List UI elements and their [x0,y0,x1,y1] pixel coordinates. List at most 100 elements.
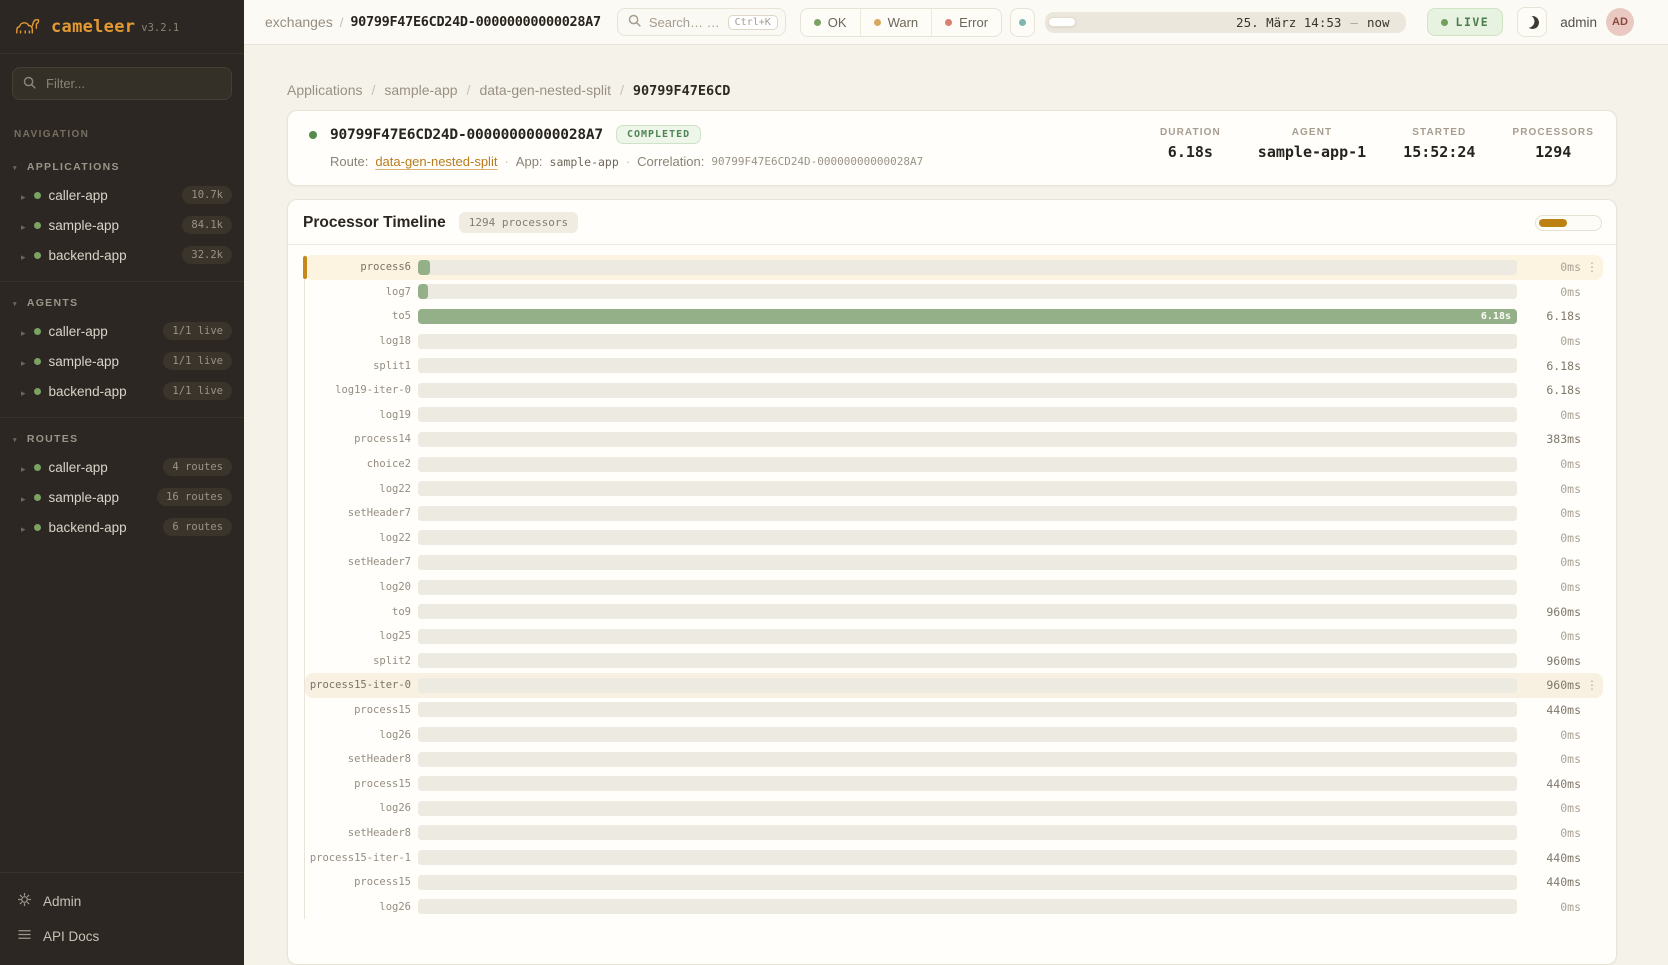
processor-name[interactable]: log26 [305,802,418,814]
processor-name[interactable]: process14 [305,433,418,445]
timeline-row[interactable]: log26 0ms [305,722,1603,747]
sidebar-item-admin[interactable]: Admin [0,883,244,919]
timeline-track[interactable] [418,678,1517,693]
timeline-row[interactable]: log19 0ms [305,403,1603,428]
processor-name[interactable]: process15 [305,778,418,790]
sidebar-item-application[interactable]: sample-app 84.1k [0,210,244,240]
view-toggle-button[interactable] [1570,219,1598,227]
app-logo[interactable]: cameleer v3.2.1 [0,0,244,54]
processor-name[interactable]: log26 [305,901,418,913]
extra-status-filter[interactable] [1010,8,1035,37]
timeline-row[interactable]: process6 0ms [305,255,1603,280]
timeline-row[interactable]: to9 960ms [305,599,1603,624]
timeline-row[interactable]: setHeader7 0ms [305,550,1603,575]
processor-name[interactable]: split1 [305,360,418,372]
timeline-track[interactable] [418,702,1517,717]
kebab-menu-icon[interactable] [1581,260,1603,274]
sidebar-item-agent[interactable]: caller-app 1/1 live [0,316,244,346]
status-filter[interactable]: OK [801,9,860,36]
processor-name[interactable]: log7 [305,286,418,298]
processor-name[interactable]: log20 [305,581,418,593]
timeline-track[interactable] [418,432,1517,447]
timeline-row[interactable]: log22 0ms [305,526,1603,551]
live-indicator[interactable]: LIVE [1427,8,1504,36]
timeline-track[interactable] [418,530,1517,545]
timeline-track[interactable] [418,580,1517,595]
timeline-track[interactable]: 6.18s [418,309,1517,324]
processor-name[interactable]: log26 [305,729,418,741]
processor-name[interactable]: setHeader8 [305,827,418,839]
processor-name[interactable]: process15-iter-1 [305,852,418,864]
timeline-track[interactable] [418,383,1517,398]
timeline-track[interactable] [418,752,1517,767]
timeline-track[interactable] [418,481,1517,496]
time-range-button[interactable] [1077,17,1105,27]
sidebar-item-api-docs[interactable]: API Docs [0,919,244,953]
kebab-menu-icon[interactable] [1581,678,1603,692]
nav-group-header-routes[interactable]: ROUTES [0,424,244,452]
processor-name[interactable]: to9 [305,606,418,618]
time-range-button[interactable] [1135,17,1163,27]
processor-name[interactable]: log19 [305,409,418,421]
processor-name[interactable]: choice2 [305,458,418,470]
timeline-row[interactable]: process15 440ms [305,771,1603,796]
status-filter[interactable]: Warn [860,9,932,36]
timeline-track[interactable] [418,358,1517,373]
breadcrumb-exchanges[interactable]: exchanges [265,14,333,30]
timeline-track[interactable] [418,629,1517,644]
timeline-row[interactable]: log19-iter-0 6.18s [305,378,1603,403]
sidebar-item-agent[interactable]: backend-app 1/1 live [0,376,244,406]
timeline-row[interactable]: log26 0ms [305,894,1603,919]
breadcrumb-app[interactable]: sample-app [384,82,457,98]
timeline-row[interactable]: setHeader8 0ms [305,747,1603,772]
timeline-row[interactable]: log7 0ms [305,280,1603,305]
timeline-row[interactable]: process15-iter-0 960ms [305,673,1603,698]
processor-name[interactable]: log22 [305,483,418,495]
timeline-track[interactable] [418,555,1517,570]
timeline-row[interactable]: process15-iter-1 440ms [305,845,1603,870]
timeline-row[interactable]: process14 383ms [305,427,1603,452]
timeline-track[interactable] [418,727,1517,742]
time-range-button[interactable] [1106,17,1134,27]
sidebar-item-agent[interactable]: sample-app 1/1 live [0,346,244,376]
sidebar-filter[interactable] [12,67,232,100]
timeline-row[interactable]: split2 960ms [305,649,1603,674]
sidebar-filter-input[interactable] [44,75,221,92]
sidebar-item-route[interactable]: sample-app 16 routes [0,482,244,512]
timeline-row[interactable]: split1 6.18s [305,353,1603,378]
sidebar-item-route[interactable]: backend-app 6 routes [0,512,244,542]
timeline-track[interactable] [418,260,1517,275]
timeline-track[interactable] [418,776,1517,791]
timeline-track[interactable] [418,653,1517,668]
time-range-button[interactable] [1193,17,1221,27]
time-range-display[interactable]: 25. März 14:53 — now [1222,15,1402,30]
timeline-track[interactable] [418,407,1517,422]
timeline-row[interactable]: process15 440ms [305,870,1603,895]
timeline-track[interactable] [418,801,1517,816]
timeline-row[interactable]: choice2 0ms [305,452,1603,477]
processor-name[interactable]: process15 [305,704,418,716]
nav-group-header-agents[interactable]: AGENTS [0,288,244,316]
timeline-row[interactable]: setHeader7 0ms [305,501,1603,526]
timeline-row[interactable]: log20 0ms [305,575,1603,600]
timeline-track[interactable] [418,457,1517,472]
timeline-track[interactable] [418,284,1517,299]
global-search[interactable]: Search… … Ctrl+K [617,8,786,36]
timeline-row[interactable]: setHeader8 0ms [305,821,1603,846]
sidebar-item-route[interactable]: caller-app 4 routes [0,452,244,482]
timeline-row[interactable]: to5 6.18s 6.18s [305,304,1603,329]
nav-group-header-applications[interactable]: APPLICATIONS [0,152,244,180]
time-range-button[interactable] [1164,17,1192,27]
time-range-button[interactable] [1048,17,1076,27]
processor-name[interactable]: setHeader8 [305,753,418,765]
processor-name[interactable]: setHeader7 [305,556,418,568]
theme-toggle-button[interactable] [1517,7,1547,37]
processor-name[interactable]: split2 [305,655,418,667]
processor-name[interactable]: log22 [305,532,418,544]
processor-name[interactable]: log19-iter-0 [305,384,418,396]
view-toggle-button[interactable] [1539,219,1567,227]
timeline-track[interactable] [418,875,1517,890]
processor-name[interactable]: log18 [305,335,418,347]
processor-name[interactable]: process6 [305,261,418,273]
sidebar-item-application[interactable]: caller-app 10.7k [0,180,244,210]
